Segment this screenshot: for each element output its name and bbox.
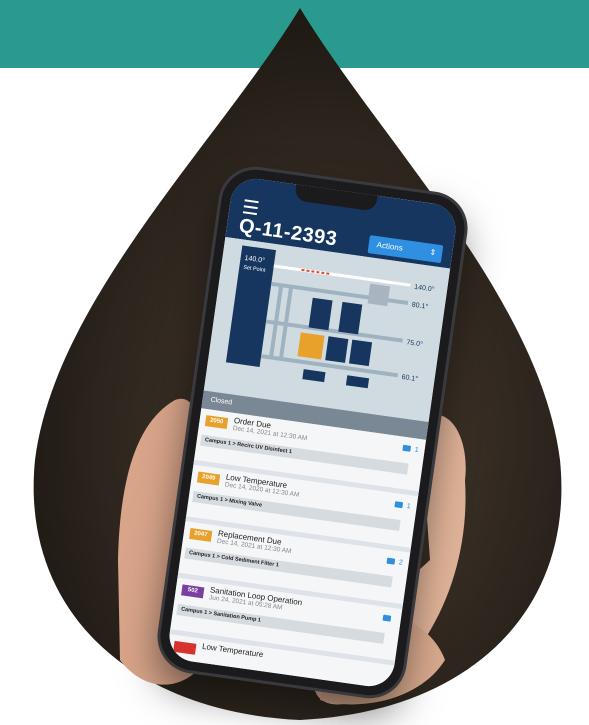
comment-count-value: 1: [414, 446, 420, 454]
comment-count[interactable]: [382, 614, 395, 624]
comment-count-value: [394, 616, 395, 623]
alert-list: 2050 Order Due Dec 14, 2021 at 12:30 AM …: [166, 408, 427, 690]
temp-1: 140.0°: [414, 283, 435, 294]
temp-4: 60.1°: [401, 373, 419, 383]
comment-count[interactable]: 1: [402, 444, 420, 454]
comment-icon: [386, 557, 396, 565]
comment-count-value: 2: [398, 559, 404, 567]
hamburger-menu-icon[interactable]: [242, 199, 259, 216]
alert-id-badge: 502: [181, 584, 205, 599]
temp-3: 75.0°: [406, 338, 424, 348]
temp-2: 80.1°: [411, 301, 429, 311]
comment-icon: [394, 501, 404, 509]
system-diagram: 140.0° Set Point 140.0° 80.1° 75.0° 60.1…: [203, 236, 451, 423]
comment-icon: [382, 614, 392, 622]
comment-count[interactable]: 1: [394, 501, 411, 510]
alert-id-badge: 2050: [204, 415, 229, 430]
chevron-updown-icon: ⇕: [428, 247, 437, 258]
alert-id-badge: [173, 640, 197, 655]
comment-count-value: 1: [406, 502, 412, 511]
actions-label: Actions: [376, 240, 404, 253]
alert-id-badge: 2047: [188, 527, 213, 542]
comment-icon: [402, 444, 412, 452]
alert-id-badge: 2049: [196, 471, 221, 486]
comment-count[interactable]: 2: [386, 557, 404, 567]
